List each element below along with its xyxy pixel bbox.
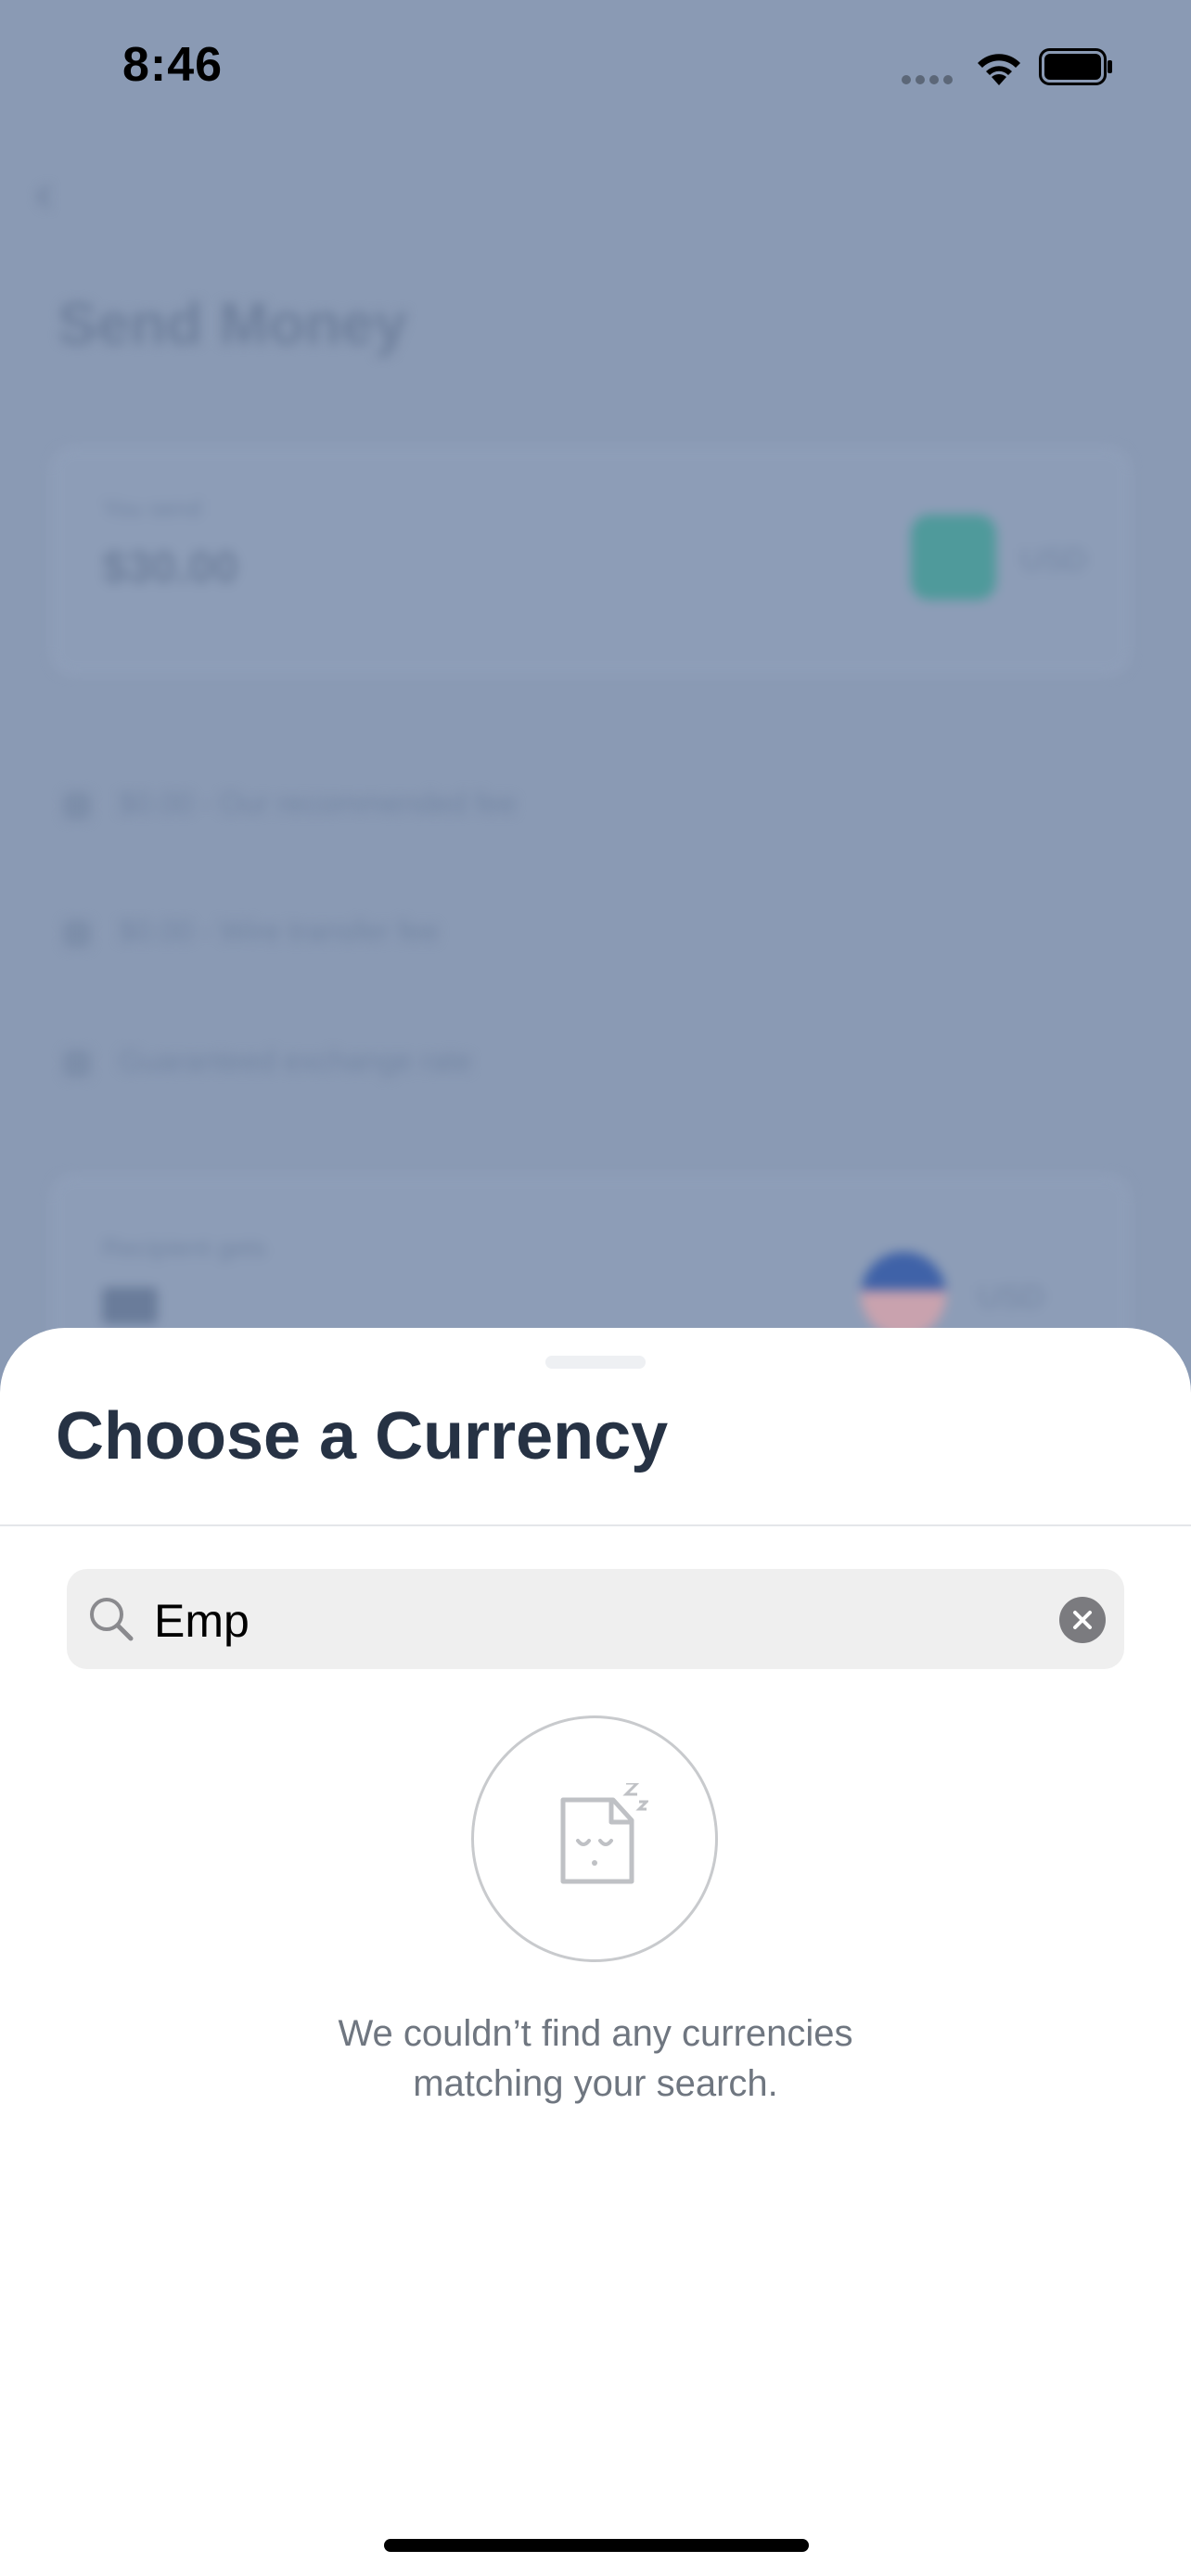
search-input[interactable]: Emp [67,1569,1124,1669]
empty-state-line-1: We couldn’t find any currencies [338,2013,853,2054]
fee-icon [63,791,91,820]
back-chevron-icon[interactable]: ‹ [35,165,72,221]
you-send-label: You send [102,494,202,522]
fee-row: Guaranteed exchange rate [63,1044,472,1078]
currency-flag-icon [911,515,996,600]
cellular-signal-icon [902,72,957,89]
you-send-card: You send $30.00 USD [54,450,1128,672]
you-send-amount: $30.00 [102,543,238,593]
clear-icon [1073,1611,1092,1629]
sheet-title: Choose a Currency [56,1399,669,1473]
background-title: Send Money [58,290,407,357]
fee-row: $0.00 - Our recommended fee [63,786,517,821]
background-content: ‹ Send Money You send $30.00 USD $0.00 -… [0,0,1191,1400]
wifi-icon [978,54,1020,85]
clear-search-button[interactable] [1059,1597,1106,1643]
search-input-value[interactable]: Emp [154,1595,250,1647]
empty-state-message: We couldn’t find any currencies matching… [224,2009,967,2109]
fee-row-label: $0.00 - Wire transfer fee [119,914,440,948]
divider [0,1524,1191,1526]
fee-row-label: Guaranteed exchange rate [119,1044,472,1078]
you-send-currency: USD [1020,542,1087,578]
search-icon [90,1598,134,1641]
recipient-amount [102,1287,158,1324]
empty-state-line-2: matching your search. [413,2063,778,2104]
sleeping-document-icon [560,1783,648,1884]
fee-row: $0.00 - Wire transfer fee [63,914,439,949]
sheet-grabber[interactable] [545,1356,646,1369]
fee-row-label: $0.00 - Our recommended fee [119,786,517,820]
status-bar: 8:46 [0,0,1191,139]
recipient-currency: USD [978,1280,1044,1315]
battery-icon [1039,48,1112,85]
fee-icon [63,1049,91,1078]
recipient-label: Recipient gets [102,1233,267,1262]
recipient-flag-icon [861,1252,946,1337]
currency-picker-sheet: Choose a Currency Emp We couldn’t find a… [0,1328,1191,2576]
fee-icon [63,919,91,948]
empty-state-illustration [471,1715,718,1962]
status-time: 8:46 [122,38,224,92]
home-indicator[interactable] [384,2539,809,2552]
